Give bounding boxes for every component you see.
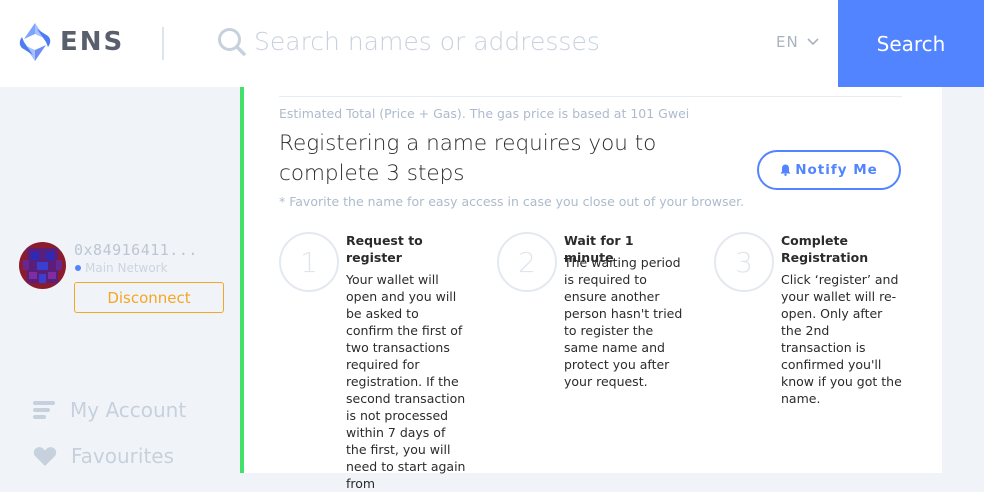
bell-icon	[780, 164, 791, 176]
step-number: 2	[497, 232, 557, 292]
network-status: Main Network	[75, 261, 168, 275]
step-description: Your wallet will open and you will be as…	[346, 272, 466, 491]
step-description: The waiting period is required to ensure…	[564, 255, 683, 389]
search-input[interactable]	[254, 20, 754, 62]
notify-me-label: Notify Me	[795, 162, 878, 178]
language-label: EN	[776, 33, 799, 51]
page-title: Registering a name requires you to compl…	[279, 131, 657, 186]
network-dot-icon	[75, 265, 81, 271]
step-number: 1	[279, 232, 339, 292]
search-button[interactable]: Search	[838, 0, 984, 87]
estimate-note: Estimated Total (Price + Gas). The gas p…	[279, 106, 690, 121]
registration-card: Estimated Total (Price + Gas). The gas p…	[240, 87, 942, 491]
ens-logo-icon	[19, 23, 51, 61]
list-icon	[33, 401, 55, 419]
notify-me-button[interactable]: Notify Me	[757, 150, 901, 190]
sidebar: 0x84916411... Main Network Disconnect My…	[0, 87, 240, 473]
step-description: Click ‘register’ and your wallet will re…	[781, 272, 902, 406]
nav-item-my-account[interactable]: My Account	[33, 398, 186, 422]
chevron-down-icon	[807, 38, 819, 46]
logo-text: ENS	[60, 27, 125, 57]
heart-icon	[33, 446, 57, 466]
nav-item-label: My Account	[70, 398, 187, 422]
top-header: ENS EN Search	[0, 0, 984, 87]
step-title: Complete Registration	[781, 233, 869, 265]
status-border	[240, 87, 244, 473]
disconnect-button[interactable]: Disconnect	[74, 282, 224, 313]
network-label: Main Network	[85, 261, 168, 275]
divider	[279, 96, 902, 97]
search-icon	[218, 28, 246, 56]
ens-logo[interactable]: ENS	[18, 22, 124, 62]
avatar	[19, 242, 66, 289]
identicon-icon	[19, 242, 66, 289]
step-number: 3	[714, 232, 774, 292]
language-selector[interactable]: EN	[776, 33, 819, 51]
nav-item-label: Favourites	[71, 444, 175, 468]
favorite-note: * Favorite the name for easy access in c…	[279, 194, 745, 209]
header-divider	[162, 27, 164, 60]
wallet-address: 0x84916411...	[74, 241, 198, 259]
nav-item-favourites[interactable]: Favourites	[33, 444, 174, 468]
step-title: Request to register	[346, 233, 423, 265]
